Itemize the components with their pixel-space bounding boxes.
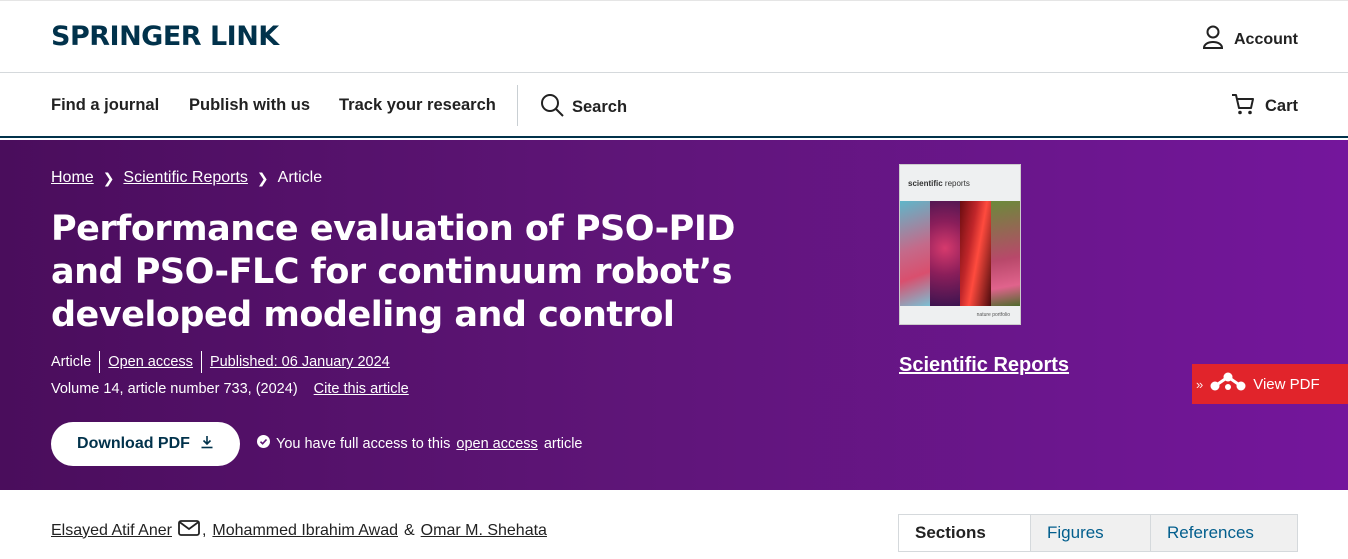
nav-divider xyxy=(517,85,518,126)
check-circle-icon xyxy=(257,435,270,452)
search-icon xyxy=(540,93,564,122)
citation-info: Volume 14, article number 733, (2024) xyxy=(51,381,298,397)
main-nav: Find a journal Publish with us Track you… xyxy=(0,73,1348,138)
search-button[interactable]: Search xyxy=(540,93,627,122)
article-tabs: Sections Figures References xyxy=(898,514,1298,552)
breadcrumb-home[interactable]: Home xyxy=(51,169,94,187)
user-icon xyxy=(1202,25,1224,54)
nav-find-journal[interactable]: Find a journal xyxy=(51,96,159,115)
journal-cover-image[interactable]: scientific reports nature portfolio xyxy=(899,164,1021,325)
open-access-link[interactable]: Open access xyxy=(108,354,193,370)
access-note: You have full access to this open access… xyxy=(257,435,583,452)
tab-sections[interactable]: Sections xyxy=(899,515,1030,551)
account-link[interactable]: Account xyxy=(1202,25,1298,54)
published-date-link[interactable]: Published: 06 January 2024 xyxy=(210,354,390,370)
mendeley-view-pdf-button[interactable]: » View PDF xyxy=(1192,364,1348,404)
journal-name-link[interactable]: Scientific Reports xyxy=(899,354,1069,377)
breadcrumb-current: Article xyxy=(277,169,323,186)
cart-icon xyxy=(1231,93,1255,120)
breadcrumb: Home ❯ Scientific Reports ❯ Article xyxy=(51,169,322,187)
chevron-right-icon: ❯ xyxy=(256,169,269,186)
cover-masthead: scientific reports xyxy=(908,179,970,188)
article-type: Article xyxy=(51,354,92,370)
mendeley-icon xyxy=(1209,371,1247,397)
email-icon[interactable] xyxy=(178,520,200,541)
cart-link[interactable]: Cart xyxy=(1231,93,1298,120)
access-note-link[interactable]: open access xyxy=(456,436,537,452)
breadcrumb-journal[interactable]: Scientific Reports xyxy=(123,169,248,187)
account-label: Account xyxy=(1234,30,1298,48)
citation-line: Volume 14, article number 733, (2024) Ci… xyxy=(51,381,409,397)
author-list: Elsayed Atif Aner , Mohammed Ibrahim Awa… xyxy=(51,520,547,541)
author-link[interactable]: Mohammed Ibrahim Awad xyxy=(212,522,398,540)
author-link[interactable]: Omar M. Shehata xyxy=(421,522,547,540)
article-meta: Article Open access Published: 06 Januar… xyxy=(51,351,390,373)
tab-figures[interactable]: Figures xyxy=(1030,515,1150,551)
divider xyxy=(99,351,101,373)
chevron-right-icon: ❯ xyxy=(102,169,115,186)
nav-track-research[interactable]: Track your research xyxy=(339,96,496,115)
download-pdf-button[interactable]: Download PDF xyxy=(51,422,240,466)
divider xyxy=(200,351,202,373)
cite-article-link[interactable]: Cite this article xyxy=(314,381,409,397)
tab-references[interactable]: References xyxy=(1150,515,1297,551)
cart-label: Cart xyxy=(1264,97,1298,115)
top-header: SPRINGER LINK Account xyxy=(0,0,1348,73)
mendeley-label: View PDF xyxy=(1253,375,1320,393)
cover-publisher: nature portfolio xyxy=(976,312,1010,318)
author-separator: & xyxy=(404,521,415,539)
article-title: Performance evaluation of PSO-PID and PS… xyxy=(51,209,735,335)
springer-link-logo[interactable]: SPRINGER LINK xyxy=(51,21,279,52)
nav-publish[interactable]: Publish with us xyxy=(189,96,310,115)
author-link[interactable]: Elsayed Atif Aner xyxy=(51,522,172,540)
access-note-prefix: You have full access to this xyxy=(276,435,451,452)
search-label: Search xyxy=(572,98,628,116)
double-chevron-icon: » xyxy=(1196,376,1204,392)
download-pdf-label: Download PDF xyxy=(77,435,190,452)
download-icon xyxy=(200,435,214,454)
access-note-suffix: article xyxy=(543,435,583,452)
author-separator: , xyxy=(201,521,207,539)
article-hero: Home ❯ Scientific Reports ❯ Article Perf… xyxy=(0,140,1348,490)
cover-artwork xyxy=(900,201,1020,306)
